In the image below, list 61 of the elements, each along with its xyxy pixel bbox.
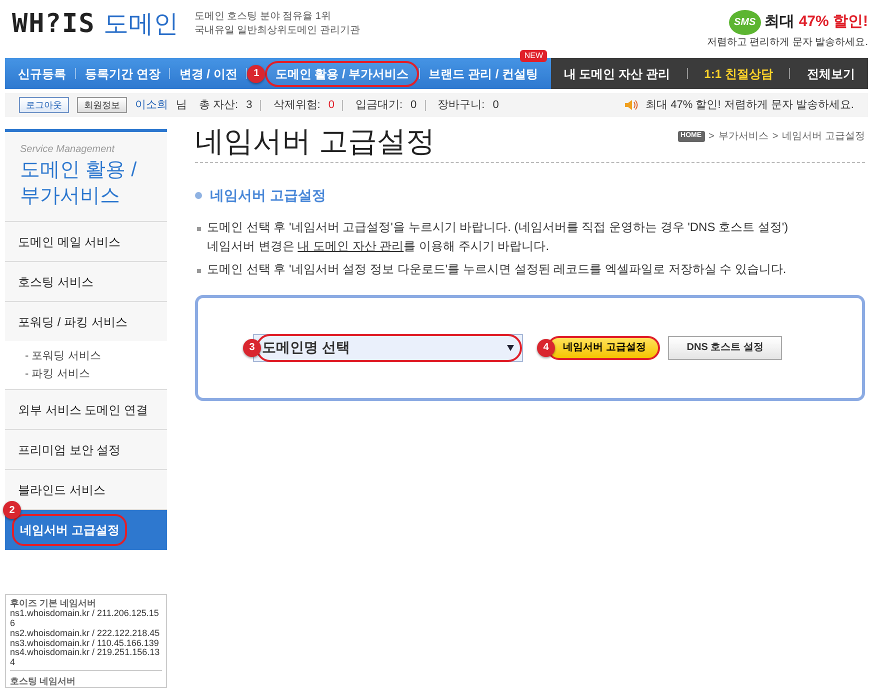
nameserver-entry: ns2.whoisdomain.kr / 222.122.218.45 [10,628,161,639]
nameserver-heading: 호스팅 네임서버 [10,670,162,688]
sidebar-subitem[interactable]: - 파킹 서비스 [25,365,147,383]
nameserver-entry: ns3.whoisdomain.kr / 110.45.166.139 [10,638,160,648]
instruction-text: 도메인 선택 후 '네임서버 고급설정'을 누르시기 바랍니다. (네임서버를 직접 운영하는 경우 'DNS 호스트 설정') [207,220,788,234]
stat-value: 3 [246,98,252,113]
nameserver-entry: ns4.whoisdomain.kr / 219.251.156.134 [10,648,161,668]
sidebar-title: 도메인 활용 / 부가서비스 [20,158,138,209]
honorific-text: 님 [176,98,187,113]
action-button[interactable]: DNS 호스트 설정 [668,336,782,360]
breadcrumb-link[interactable]: 네임서버 고급설정 [782,129,865,144]
nav-tab[interactable]: 전체보기 [798,58,864,89]
stat-label: 총 자산: [199,98,238,113]
nav-tab[interactable]: 등록기간 연장 [76,58,170,89]
instruction-text: 도메인 선택 후 '네임서버 설정 정보 다운로드'를 누르시면 설정된 레코드를 엑셀파일로 저장하실 수 있습니다. [207,262,786,276]
stat-value: 0 [328,98,334,113]
new-badge: NEW [520,50,548,62]
nav-tab[interactable]: 신규등록 [9,58,75,89]
page-title: 네임서버 고급설정 [195,125,436,160]
step-number-badge: 3 [243,338,261,357]
sidebar-item[interactable]: 호스팅 서비스 [5,261,167,301]
stat-label: 삭제위험: [273,98,320,113]
dropdown-arrow-icon [507,344,514,351]
nameserver-heading: 후이즈 기본 네임서버 [10,599,98,609]
sidebar-subtitle: Service Management [20,143,116,157]
stat-value: 0 [492,98,499,113]
notice-text: 최대 47% 할인! 저렴하게 문자 발송하세요. [646,98,854,113]
promo-title: 최대 47% 할인! [764,12,868,32]
square-bullet-icon [197,268,201,273]
stat-value: 0 [410,98,417,113]
tagline-text: 국내유일 일반최상위도메인 관리기관 [194,24,360,38]
username-link[interactable]: 이소희 [135,96,168,114]
sidebar-subitem[interactable]: - 포워딩 서비스 [25,347,147,365]
user-button[interactable]: 로그아웃 [19,97,69,113]
asset-management-link[interactable]: 내 도메인 자산 관리 [298,238,404,253]
nav-tab[interactable]: 변경 / 이전 [170,58,246,89]
stat-label: 장바구니: [438,98,485,113]
logo-wordmark[interactable]: 도메인 [103,12,178,37]
breadcrumb-separator: > [708,130,714,144]
breadcrumb-separator: > [772,130,778,144]
step-number-badge: 4 [537,338,555,357]
domain-select[interactable]: 도메인명 선택 [253,334,523,362]
nav-tab[interactable]: 내 도메인 자산 관리 [554,58,679,89]
breadcrumb-link[interactable]: 부가서비스 [718,129,768,144]
step-number-badge: 1 [247,64,266,82]
sidebar-item[interactable]: 도메인 메일 서비스 [5,221,167,261]
speaker-icon [624,99,638,111]
promo-subtitle: 저렴하고 편리하게 문자 발송하세요. [706,36,868,50]
nav-tab[interactable]: 1:1 친절상담 [695,58,782,89]
user-button[interactable]: 회원정보 [77,97,127,113]
square-bullet-icon [197,226,201,231]
section-heading: 네임서버 고급설정 [210,186,326,205]
logo[interactable]: WH?IS [12,11,96,37]
sidebar-item[interactable]: 포워딩 / 파킹 서비스 [5,301,167,341]
instruction-text: 네임서버 변경은 내 도메인 자산 관리를 이용해 주시기 바랍니다. [206,238,550,255]
sidebar-item[interactable]: 외부 서비스 도메인 연결 [5,389,167,429]
sms-badge: SMS [728,10,761,35]
sidebar-item[interactable]: 프리미엄 보안 설정 [5,429,167,469]
bullet-icon [195,192,202,199]
tagline-text: 도메인 호스팅 분야 점유율 1위 [194,10,332,24]
stat-label: 입금대기: [355,98,402,113]
